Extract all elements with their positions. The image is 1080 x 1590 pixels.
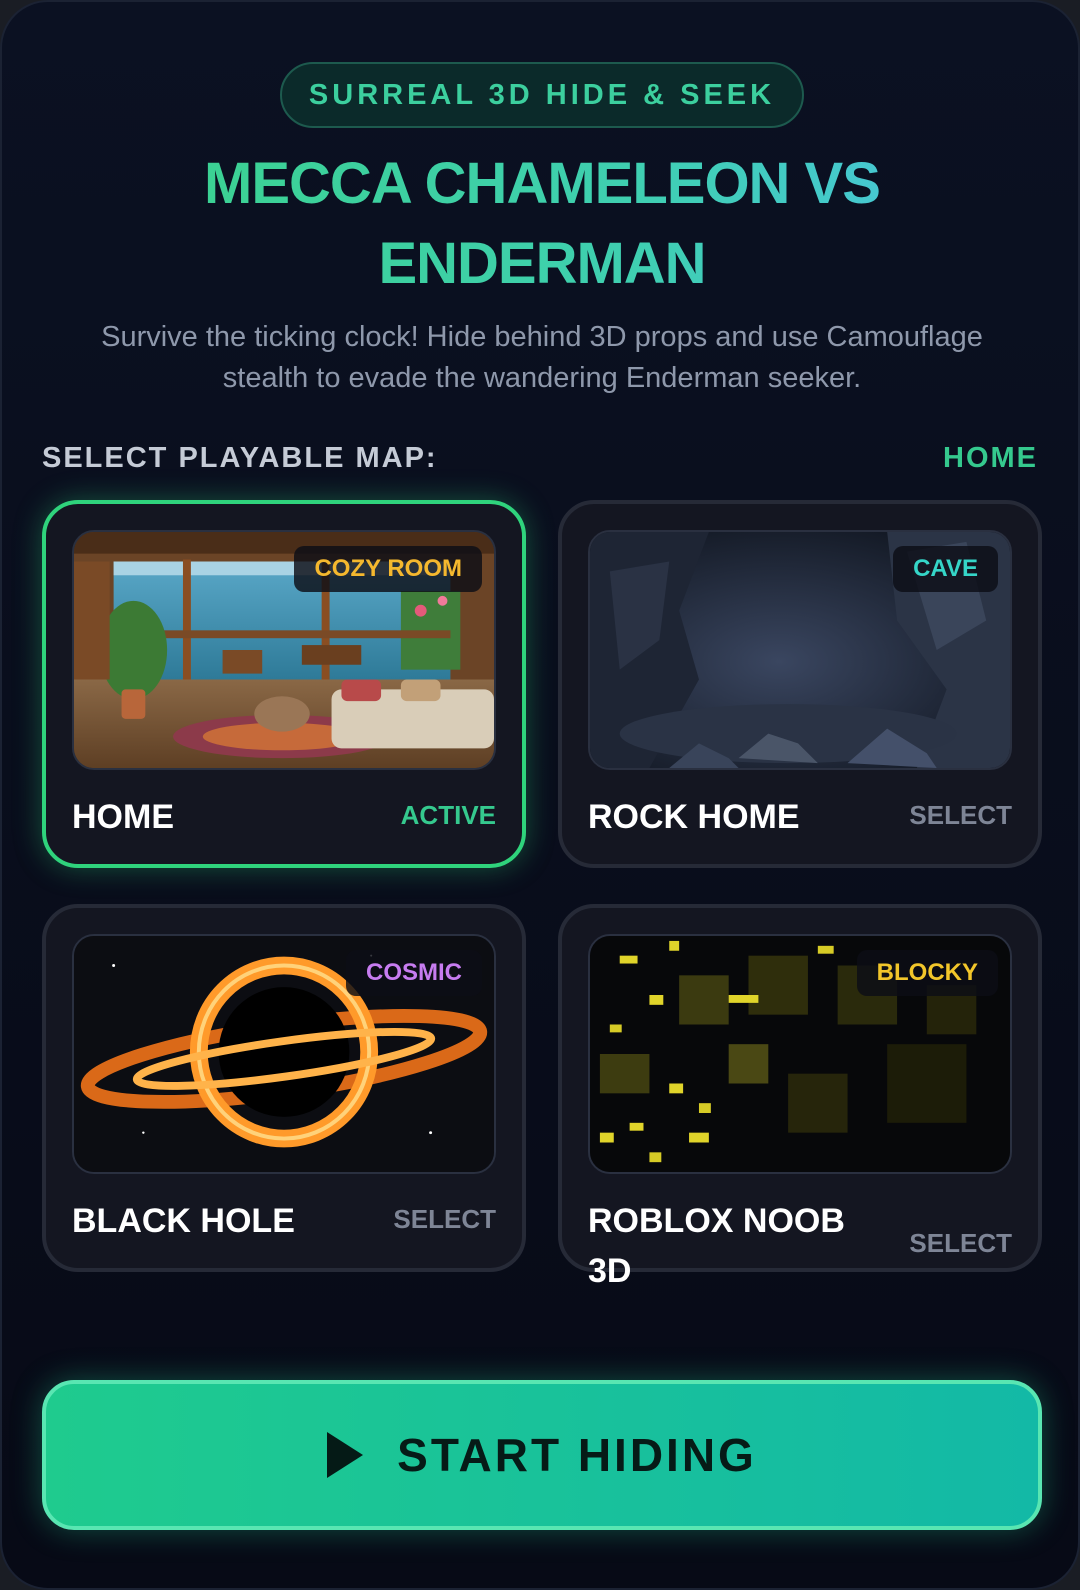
map-name-roblox-noob: ROBLOX NOOB 3D xyxy=(588,1202,845,1290)
map-card-home[interactable]: COZY ROOM HOME ACTIVE xyxy=(42,500,526,868)
map-tag-roblox-noob: BLOCKY xyxy=(856,950,998,996)
map-select-button-roblox-noob[interactable]: SELECT xyxy=(909,1228,1012,1259)
current-map-indicator: HOME xyxy=(943,442,1038,474)
map-status-active: ACTIVE xyxy=(400,800,496,830)
map-name-home: HOME xyxy=(72,798,174,836)
game-description: Survive the ticking clock! Hide behind 3… xyxy=(101,321,983,394)
map-tag-black-hole: COSMIC xyxy=(346,950,482,996)
mode-badge: SURREAL 3D HIDE & SEEK xyxy=(280,62,804,128)
map-select-button-black-hole[interactable]: SELECT xyxy=(393,1204,496,1235)
map-card-rock-home[interactable]: CAVE ROCK HOME SELECT xyxy=(558,500,1042,868)
game-menu-panel: SURREAL 3D HIDE & SEEK MECCA CHAMELEON V… xyxy=(0,0,1080,1590)
play-icon xyxy=(327,1432,364,1478)
map-thumbnail-black-hole: COSMIC xyxy=(72,934,496,1174)
map-thumbnail-home: COZY ROOM xyxy=(72,530,496,770)
map-card-black-hole[interactable]: COSMIC BLACK HOLE SELECT xyxy=(42,904,526,1272)
start-hiding-button[interactable]: START HIDING xyxy=(42,1380,1042,1530)
map-select-button-rock-home[interactable]: SELECT xyxy=(909,800,1012,831)
map-thumbnail-rock-home: CAVE xyxy=(588,530,1012,770)
map-card-roblox-noob[interactable]: BLOCKY ROBLOX NOOB 3D SELECT xyxy=(558,904,1042,1290)
map-name-rock-home: ROCK HOME xyxy=(588,798,800,836)
map-thumbnail-roblox-noob: BLOCKY xyxy=(588,934,1012,1174)
map-tag-rock-home: CAVE xyxy=(893,546,998,592)
map-select-label: SELECT PLAYABLE MAP: xyxy=(42,442,438,474)
map-name-black-hole: BLACK HOLE xyxy=(72,1202,295,1240)
start-hiding-label: START HIDING xyxy=(397,1429,757,1481)
game-title: MECCA CHAMELEON VS ENDERMAN xyxy=(62,144,1022,304)
map-tag-home: COZY ROOM xyxy=(294,546,482,592)
